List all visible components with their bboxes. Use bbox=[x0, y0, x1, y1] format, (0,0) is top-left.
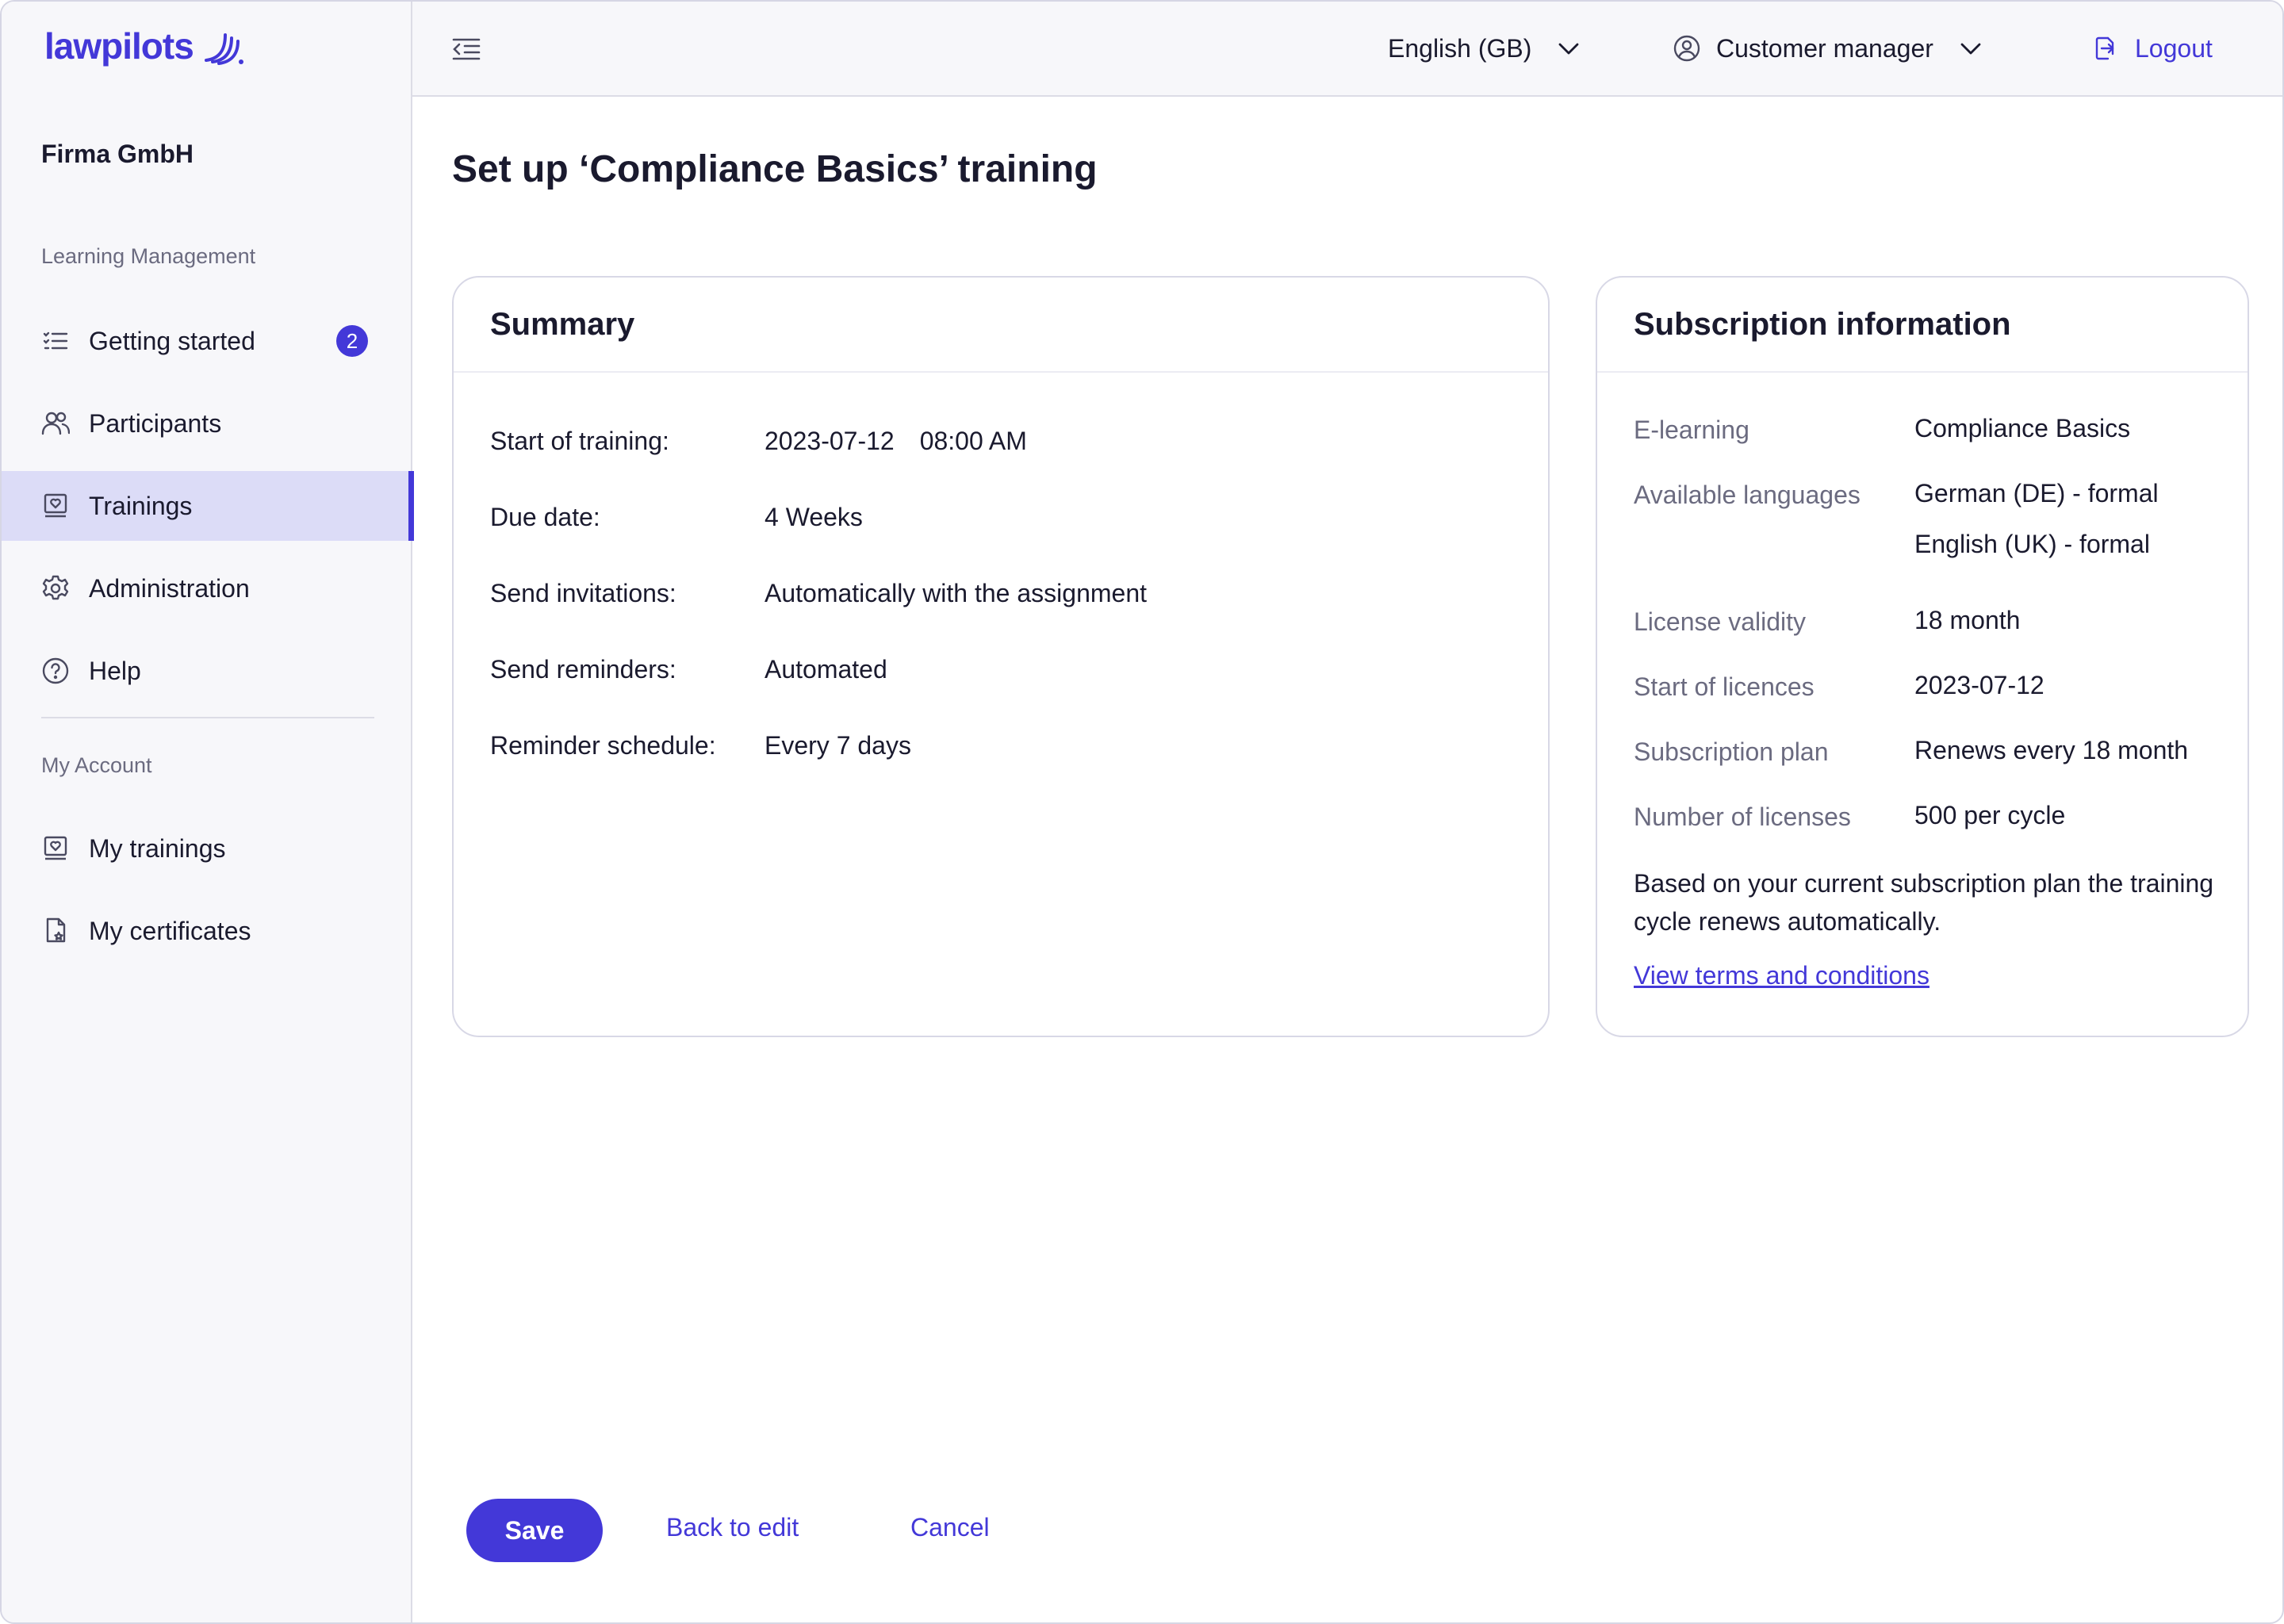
subscription-row-plan: Subscription plan Renews every 18 month bbox=[1634, 736, 2189, 767]
checklist-icon bbox=[40, 325, 71, 357]
sidebar-item-label: Administration bbox=[89, 573, 250, 603]
role-selector[interactable]: Customer manager bbox=[1673, 25, 1984, 71]
subscription-value: German (DE) - formal English (UK) - form… bbox=[1914, 468, 2159, 569]
summary-value: 2023-07-12 08:00 AM bbox=[765, 427, 1027, 456]
terms-link[interactable]: View terms and conditions bbox=[1634, 961, 1930, 990]
summary-label: Send reminders: bbox=[490, 655, 676, 684]
company-name: Firma GmbH bbox=[41, 140, 194, 168]
subscription-row-licenses: Number of licenses 500 per cycle bbox=[1634, 801, 2066, 832]
subscription-title: Subscription information bbox=[1597, 278, 2248, 373]
subscription-label: E-learning bbox=[1634, 416, 1749, 444]
count-badge: 2 bbox=[336, 325, 368, 357]
language-label: English (GB) bbox=[1388, 33, 1532, 63]
summary-row-due-date: Due date: 4 Weeks bbox=[490, 503, 863, 532]
collapse-sidebar-button[interactable] bbox=[450, 33, 482, 65]
summary-label: Send invitations: bbox=[490, 579, 676, 607]
start-time: 08:00 AM bbox=[919, 427, 1027, 455]
sidebar-item-trainings[interactable]: Trainings bbox=[2, 471, 414, 541]
sidebar-item-participants[interactable]: Participants bbox=[2, 389, 412, 458]
renewal-note: Based on your current subscription plan … bbox=[1634, 869, 2214, 936]
logout-button[interactable]: Logout bbox=[2092, 25, 2213, 71]
chevron-down-icon bbox=[1558, 43, 1579, 55]
sidebar-item-label: My trainings bbox=[89, 833, 226, 863]
language-option: English (UK) - formal bbox=[1914, 530, 2150, 558]
sidebar-item-getting-started[interactable]: Getting started 2 bbox=[2, 306, 412, 376]
subscription-card: Subscription information E-learning Comp… bbox=[1596, 276, 2249, 1037]
page-title: Set up ‘Compliance Basics’ training bbox=[452, 148, 1098, 190]
logo-mark-icon bbox=[204, 33, 243, 65]
summary-label: Reminder schedule: bbox=[490, 731, 716, 760]
subscription-value: 2023-07-12 bbox=[1914, 671, 2044, 699]
summary-label: Start of training: bbox=[490, 427, 669, 455]
summary-row-invitations: Send invitations: Automatically with the… bbox=[490, 579, 1147, 608]
start-date: 2023-07-12 bbox=[765, 427, 895, 455]
sidebar-item-help[interactable]: Help bbox=[2, 636, 412, 706]
app-window: lawpilots Firma GmbH Learning Management… bbox=[0, 0, 2284, 1624]
subscription-value: 18 month bbox=[1914, 606, 2021, 634]
language-option: German (DE) - formal bbox=[1914, 479, 2159, 508]
sidebar-item-label: Participants bbox=[89, 408, 222, 438]
role-label: Customer manager bbox=[1716, 33, 1933, 63]
sidebar: lawpilots Firma GmbH Learning Management… bbox=[2, 2, 414, 1622]
subscription-label: Subscription plan bbox=[1634, 737, 1829, 766]
sidebar-item-my-certificates[interactable]: My certificates bbox=[2, 896, 412, 966]
summary-title: Summary bbox=[454, 278, 1548, 373]
cancel-button[interactable]: Cancel bbox=[910, 1513, 990, 1542]
subscription-label: Number of licenses bbox=[1634, 802, 1851, 831]
subscription-row-elearning: E-learning Compliance Basics bbox=[1634, 414, 2130, 445]
sidebar-item-label: My certificates bbox=[89, 916, 251, 945]
sidebar-item-label: Trainings bbox=[89, 491, 193, 520]
subscription-value: 500 per cycle bbox=[1914, 801, 2066, 829]
summary-row-schedule: Reminder schedule: Every 7 days bbox=[490, 731, 911, 760]
language-selector[interactable]: English (GB) bbox=[1388, 25, 1582, 71]
subscription-label: License validity bbox=[1634, 607, 1806, 636]
sidebar-item-my-trainings[interactable]: My trainings bbox=[2, 814, 412, 883]
summary-value: 4 Weeks bbox=[765, 503, 863, 531]
summary-value: Every 7 days bbox=[765, 731, 911, 760]
sidebar-divider bbox=[41, 717, 374, 718]
training-icon bbox=[40, 490, 71, 522]
collapse-menu-icon bbox=[452, 38, 481, 60]
back-to-edit-button[interactable]: Back to edit bbox=[666, 1513, 799, 1542]
top-bar: English (GB) Customer manager Logout bbox=[412, 2, 2282, 97]
subscription-row-validity: License validity 18 month bbox=[1634, 606, 2021, 637]
logo-text: lawpilots bbox=[44, 25, 194, 67]
help-icon bbox=[40, 655, 71, 687]
user-circle-icon bbox=[1673, 35, 1700, 62]
save-button[interactable]: Save bbox=[466, 1499, 603, 1562]
sidebar-item-label: Getting started bbox=[89, 326, 255, 355]
sidebar-item-label: Help bbox=[89, 656, 141, 685]
subscription-label: Start of licences bbox=[1634, 672, 1815, 701]
summary-label: Due date: bbox=[490, 503, 600, 531]
summary-card: Summary Start of training: 2023-07-12 08:… bbox=[452, 276, 1550, 1037]
chevron-down-icon bbox=[1960, 43, 1981, 55]
sidebar-item-administration[interactable]: Administration bbox=[2, 553, 412, 623]
summary-value: Automatically with the assignment bbox=[765, 579, 1147, 607]
users-icon bbox=[40, 408, 71, 439]
subscription-value: Renews every 18 month bbox=[1914, 736, 2189, 764]
section-label-my-account: My Account bbox=[41, 753, 152, 777]
training-icon bbox=[40, 833, 71, 864]
summary-row-reminders: Send reminders: Automated bbox=[490, 655, 887, 684]
section-label-learning-management: Learning Management bbox=[41, 244, 256, 268]
lawpilots-logo[interactable]: lawpilots bbox=[44, 22, 246, 70]
subscription-label: Available languages bbox=[1634, 481, 1861, 509]
subscription-row-languages: Available languages German (DE) - formal… bbox=[1634, 479, 2159, 569]
summary-row-start: Start of training: 2023-07-12 08:00 AM bbox=[490, 427, 1027, 456]
logout-label: Logout bbox=[2135, 33, 2213, 63]
summary-value: Automated bbox=[765, 655, 887, 684]
subscription-row-start: Start of licences 2023-07-12 bbox=[1634, 671, 2044, 702]
certificate-icon bbox=[40, 915, 71, 947]
subscription-value: Compliance Basics bbox=[1914, 414, 2131, 442]
logout-icon bbox=[2095, 36, 2114, 60]
gear-icon bbox=[40, 573, 71, 604]
